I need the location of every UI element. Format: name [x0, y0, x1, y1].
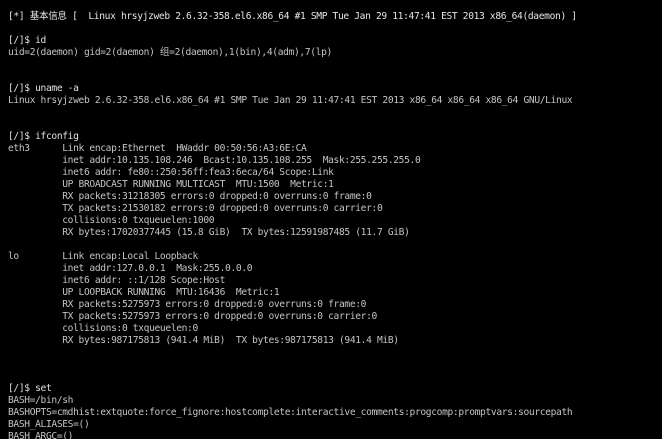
command-uname: [/]$ uname -a	[8, 83, 79, 94]
ifconfig-line: RX bytes:987175813 (941.4 MiB) TX bytes:…	[8, 335, 399, 346]
system-info-header: [*] 基本信息 [ Linux hrsyjzweb 2.6.32-358.el…	[8, 11, 577, 22]
command-set: [/]$ set	[8, 383, 52, 394]
ifconfig-line: TX packets:5275973 errors:0 dropped:0 ov…	[8, 311, 377, 322]
id-output: uid=2(daemon) gid=2(daemon) 组=2(daemon),…	[8, 47, 332, 58]
ifconfig-line: collisions:0 txqueuelen:0	[8, 323, 198, 334]
ifconfig-line: RX packets:31218305 errors:0 dropped:0 o…	[8, 191, 372, 202]
ifconfig-line: collisions:0 txqueuelen:1000	[8, 215, 215, 226]
ifconfig-line: lo Link encap:Local Loopback	[8, 251, 198, 262]
ifconfig-line: RX bytes:17020377445 (15.8 GiB) TX bytes…	[8, 227, 410, 238]
set-output-line: BASH_ALIASES=()	[8, 419, 90, 430]
uname-output: Linux hrsyjzweb 2.6.32-358.el6.x86_64 #1…	[8, 95, 573, 106]
command-id: [/]$ id	[8, 35, 46, 46]
ifconfig-line: inet addr:127.0.0.1 Mask:255.0.0.0	[8, 263, 253, 274]
ifconfig-line: TX packets:21530182 errors:0 dropped:0 o…	[8, 203, 383, 214]
ifconfig-line: inet addr:10.135.108.246 Bcast:10.135.10…	[8, 155, 421, 166]
ifconfig-line: inet6 addr: ::1/128 Scope:Host	[8, 275, 226, 286]
set-output-line: BASH=/bin/sh	[8, 395, 74, 406]
ifconfig-line: RX packets:5275973 errors:0 dropped:0 ov…	[8, 299, 367, 310]
ifconfig-line: UP BROADCAST RUNNING MULTICAST MTU:1500 …	[8, 179, 334, 190]
command-ifconfig: [/]$ ifconfig	[8, 131, 79, 142]
ifconfig-line: UP LOOPBACK RUNNING MTU:16436 Metric:1	[8, 287, 280, 298]
ifconfig-line: inet6 addr: fe80::250:56ff:fea3:6eca/64 …	[8, 167, 334, 178]
set-output-line: BASHOPTS=cmdhist:extquote:force_fignore:…	[8, 407, 573, 418]
terminal-output: [*] 基本信息 [ Linux hrsyjzweb 2.6.32-358.el…	[0, 0, 662, 439]
set-output-line: BASH_ARGC=()	[8, 431, 74, 439]
ifconfig-line: eth3 Link encap:Ethernet HWaddr 00:50:56…	[8, 143, 307, 154]
